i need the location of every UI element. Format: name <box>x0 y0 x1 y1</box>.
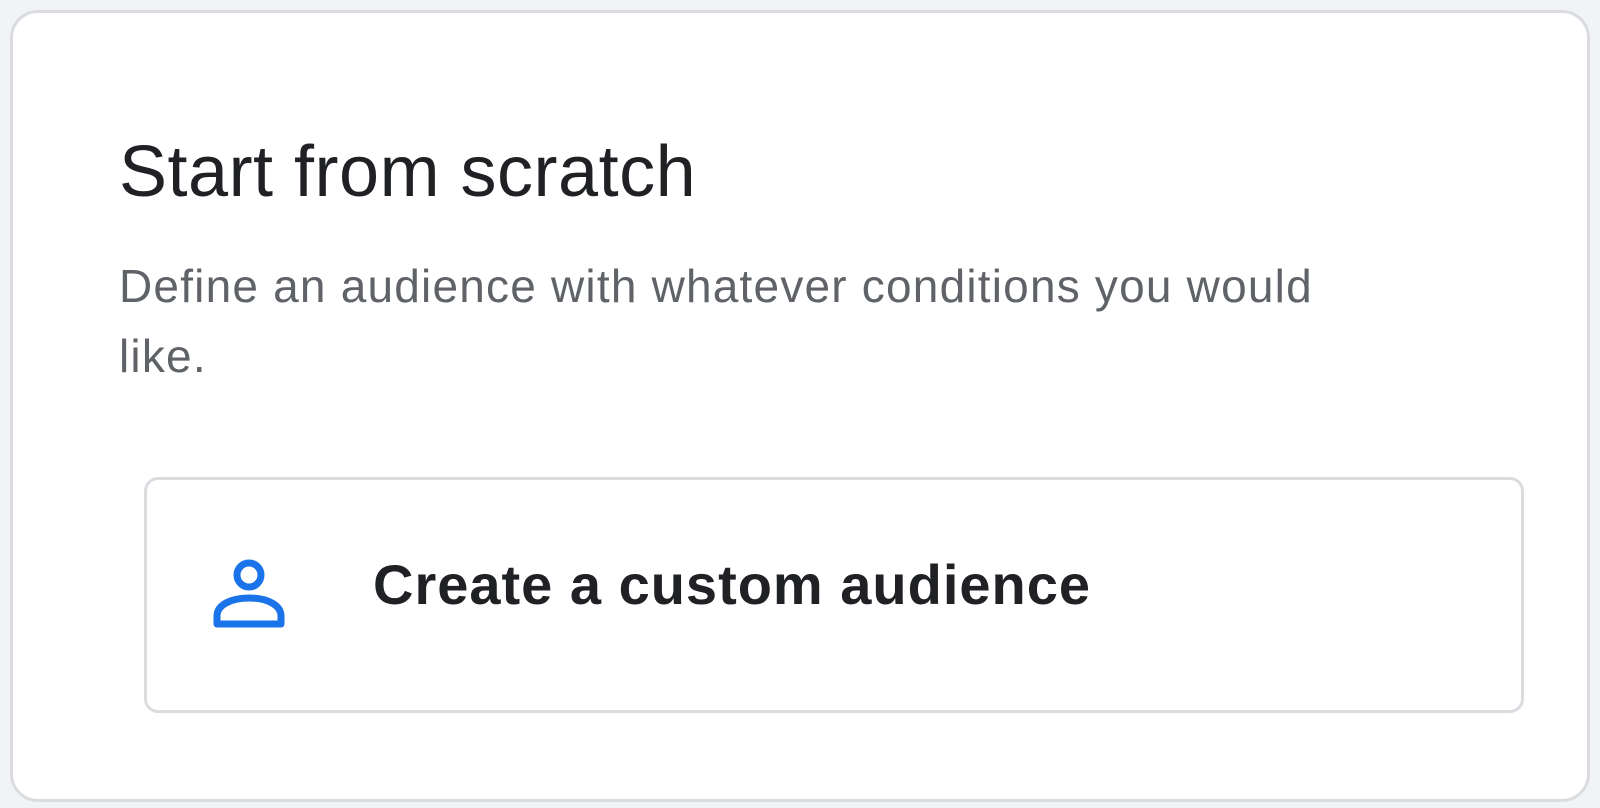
start-from-scratch-card: Start from scratch Define an audience wi… <box>10 10 1590 802</box>
card-description: Define an audience with whatever conditi… <box>119 260 1313 382</box>
create-custom-audience-button[interactable]: Create a custom audience <box>144 477 1524 713</box>
create-custom-audience-label: Create a custom audience <box>373 553 1092 616</box>
card-title: Start from scratch <box>119 132 697 212</box>
person-icon <box>211 556 287 632</box>
